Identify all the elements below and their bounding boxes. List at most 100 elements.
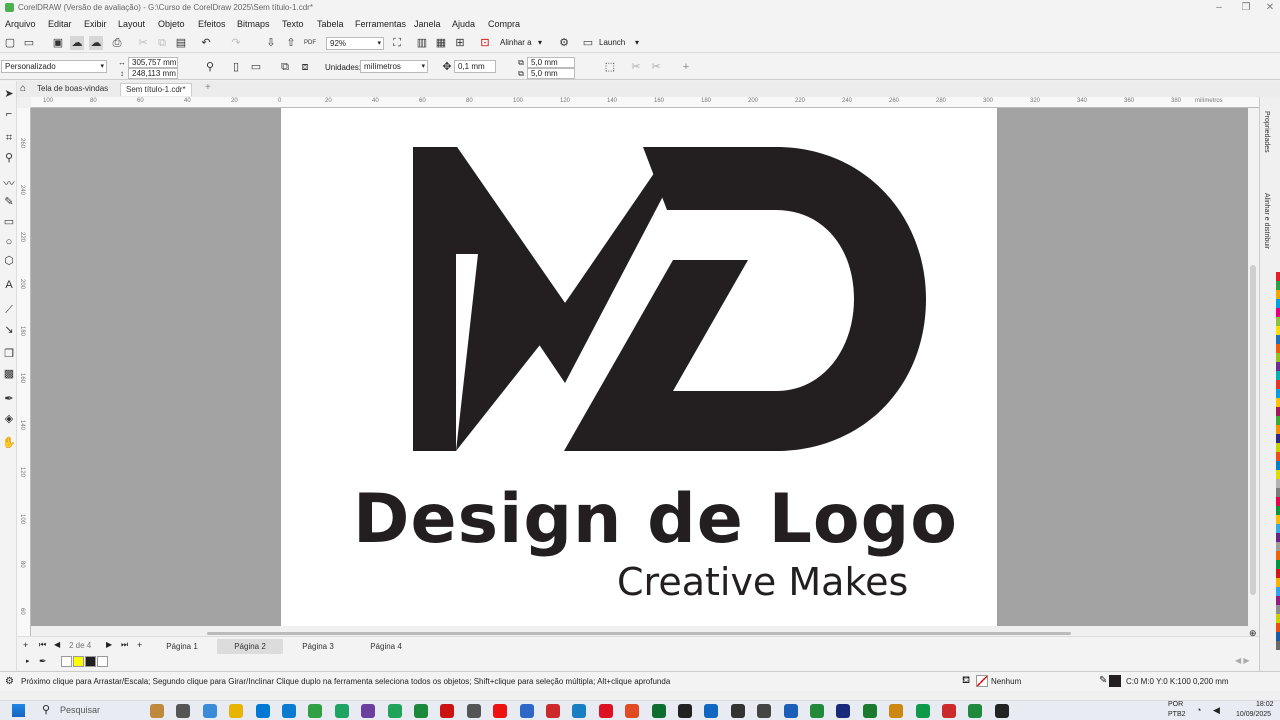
snap-to-icon[interactable]: ⊡ <box>478 36 492 50</box>
artistic-media-tool-icon[interactable]: ✎ <box>2 195 16 209</box>
zoom-tool-icon[interactable]: ⚲ <box>2 151 16 165</box>
taskbar-app-icon[interactable] <box>651 704 666 718</box>
first-page-icon[interactable]: ⏮ <box>39 640 46 650</box>
speaker-icon[interactable]: ◀ <box>1213 705 1220 716</box>
ellipse-tool-icon[interactable]: ○ <box>2 235 16 249</box>
menu-efeitos[interactable]: Efeitos <box>198 19 226 29</box>
page-tab-1[interactable]: Página 1 <box>149 639 215 654</box>
palette-swatch[interactable] <box>1276 416 1280 425</box>
menu-compra[interactable]: Compra <box>488 19 520 29</box>
clock-date[interactable]: 10/09/2025 <box>1236 711 1271 718</box>
taskbar-app-icon[interactable] <box>862 704 877 718</box>
taskbar-app-icon[interactable] <box>678 704 692 718</box>
drawing-page[interactable]: Design de Logo Creative Makes <box>281 108 997 626</box>
nudge-distance-field[interactable]: 0,1 mm <box>454 60 496 73</box>
keyboard-indicator[interactable]: PTB2 <box>1168 711 1186 718</box>
menu-ferramentas[interactable]: Ferramentas <box>355 19 406 29</box>
clock-time[interactable]: 18:02 <box>1256 701 1274 708</box>
outline-pen-icon[interactable]: ✎ <box>1099 675 1107 686</box>
taskbar-app-icon[interactable] <box>598 704 613 718</box>
taskbar-app-icon[interactable] <box>783 704 798 718</box>
taskbar-app-icon[interactable] <box>150 704 164 718</box>
polygon-tool-icon[interactable]: ⬡ <box>2 254 16 268</box>
maximize-icon[interactable]: ❐ <box>1240 2 1252 14</box>
taskbar-app-icon[interactable] <box>466 704 481 718</box>
full-screen-icon[interactable]: ⛶ <box>390 36 404 50</box>
menu-tabela[interactable]: Tabela <box>317 19 344 29</box>
launch-label[interactable]: Launch <box>599 38 625 47</box>
grid-toggle-icon[interactable]: ▦ <box>434 36 448 50</box>
taskbar-app-icon[interactable] <box>889 704 904 718</box>
palette-scroll-icon[interactable]: ◀ ▶ <box>1235 656 1250 665</box>
taskbar-app-icon[interactable] <box>229 704 244 718</box>
palette-swatch[interactable] <box>1276 614 1280 623</box>
redo-icon[interactable]: ↷ <box>229 36 243 50</box>
palette-swatch[interactable] <box>1276 578 1280 587</box>
taskbar-app-icon[interactable] <box>942 704 956 718</box>
bleed-icon[interactable]: ⬚ <box>603 60 617 74</box>
document-palette-swatch[interactable] <box>73 656 84 667</box>
vertical-ruler[interactable]: 26024022020018016014012010080604020 <box>17 108 31 709</box>
minimize-icon[interactable]: – <box>1213 2 1225 14</box>
palette-swatch[interactable] <box>1276 623 1280 632</box>
palette-menu-icon[interactable]: ▸ <box>26 657 30 665</box>
palette-swatch[interactable] <box>1276 443 1280 452</box>
add-page-after-icon[interactable]: + <box>137 640 142 650</box>
palette-swatch[interactable] <box>1276 605 1280 614</box>
eyedropper-tool-icon[interactable]: ✒ <box>2 392 16 406</box>
open-folder-icon[interactable]: ▭ <box>22 36 36 50</box>
transparency-tool-icon[interactable]: ▩ <box>2 367 16 381</box>
vertical-scrollbar-thumb[interactable] <box>1250 265 1256 595</box>
freehand-tool-icon[interactable]: 〰 <box>2 177 16 191</box>
fill-bucket-icon[interactable]: ⛾ <box>962 675 970 688</box>
taskbar-search[interactable]: Pesquisar <box>60 705 100 715</box>
taskbar-app-icon[interactable] <box>282 704 296 718</box>
interactive-fill-tool-icon[interactable]: ◈ <box>2 412 16 426</box>
taskbar-app-icon[interactable] <box>915 704 930 718</box>
palette-swatch[interactable] <box>1276 470 1280 479</box>
palette-swatch[interactable] <box>1276 533 1280 542</box>
new-document-icon[interactable]: ▢ <box>3 36 17 50</box>
launch-icon[interactable]: ▭ <box>581 36 595 50</box>
page-tab-2[interactable]: Página 2 <box>217 639 283 654</box>
copy-icon[interactable]: ⧉ <box>155 36 169 50</box>
snap-options-icon[interactable]: ✂ <box>649 60 663 74</box>
cut-icon[interactable]: ✂ <box>136 36 150 50</box>
palette-swatch[interactable] <box>1276 587 1280 596</box>
palette-swatch[interactable] <box>1276 425 1280 434</box>
text-tool-icon[interactable]: A <box>2 278 16 292</box>
taskbar-app-icon[interactable] <box>730 704 745 718</box>
pick-tool-icon[interactable]: ➤ <box>2 87 16 101</box>
palette-swatch[interactable] <box>1276 524 1280 533</box>
connector-tool-icon[interactable]: ↘ <box>2 323 16 337</box>
palette-swatch[interactable] <box>1276 596 1280 605</box>
align-to-label[interactable]: Alinhar a <box>500 38 532 47</box>
units-select[interactable]: milímetros ▾ <box>360 60 428 73</box>
current-page-icon[interactable]: ⧈ <box>298 60 312 74</box>
taskbar-app-icon[interactable] <box>968 704 983 718</box>
undo-icon[interactable]: ↶ <box>199 36 213 50</box>
page-size-select[interactable]: Personalizado ▾ <box>1 60 107 73</box>
zoom-to-page-icon[interactable]: ⊕ <box>1249 628 1257 639</box>
menu-editar[interactable]: Editar <box>48 19 72 29</box>
crop-tool-icon[interactable]: ⌗ <box>2 131 16 145</box>
tab-welcome-screen[interactable]: Tela de boas-vindas <box>32 83 113 96</box>
taskbar-app-icon[interactable] <box>176 704 191 718</box>
portrait-icon[interactable]: ▯ <box>229 60 243 74</box>
palette-swatch[interactable] <box>1276 371 1280 380</box>
shape-tool-icon[interactable]: ⌐ <box>2 107 16 121</box>
import-icon[interactable]: ⇩ <box>264 36 278 50</box>
tab-document[interactable]: Sem título-1.cdr* <box>120 83 192 96</box>
paste-icon[interactable]: ▤ <box>174 36 188 50</box>
previous-page-icon[interactable]: ◀ <box>54 640 60 649</box>
zoom-level-field[interactable]: 92% ▾ <box>326 37 384 50</box>
drawing-canvas[interactable]: Design de Logo Creative Makes <box>31 108 1248 626</box>
save-icon[interactable]: ▣ <box>51 36 65 50</box>
palette-swatch[interactable] <box>1276 452 1280 461</box>
docker-tab-align[interactable]: Alinhar e distribuir <box>1263 193 1270 249</box>
menu-texto[interactable]: Texto <box>282 19 304 29</box>
palette-swatch[interactable] <box>1276 290 1280 299</box>
options-gear-icon[interactable]: ⚙ <box>557 36 571 50</box>
home-icon[interactable]: ⌂ <box>20 83 26 94</box>
smart-fill-tool-icon[interactable]: ✋ <box>2 436 16 450</box>
